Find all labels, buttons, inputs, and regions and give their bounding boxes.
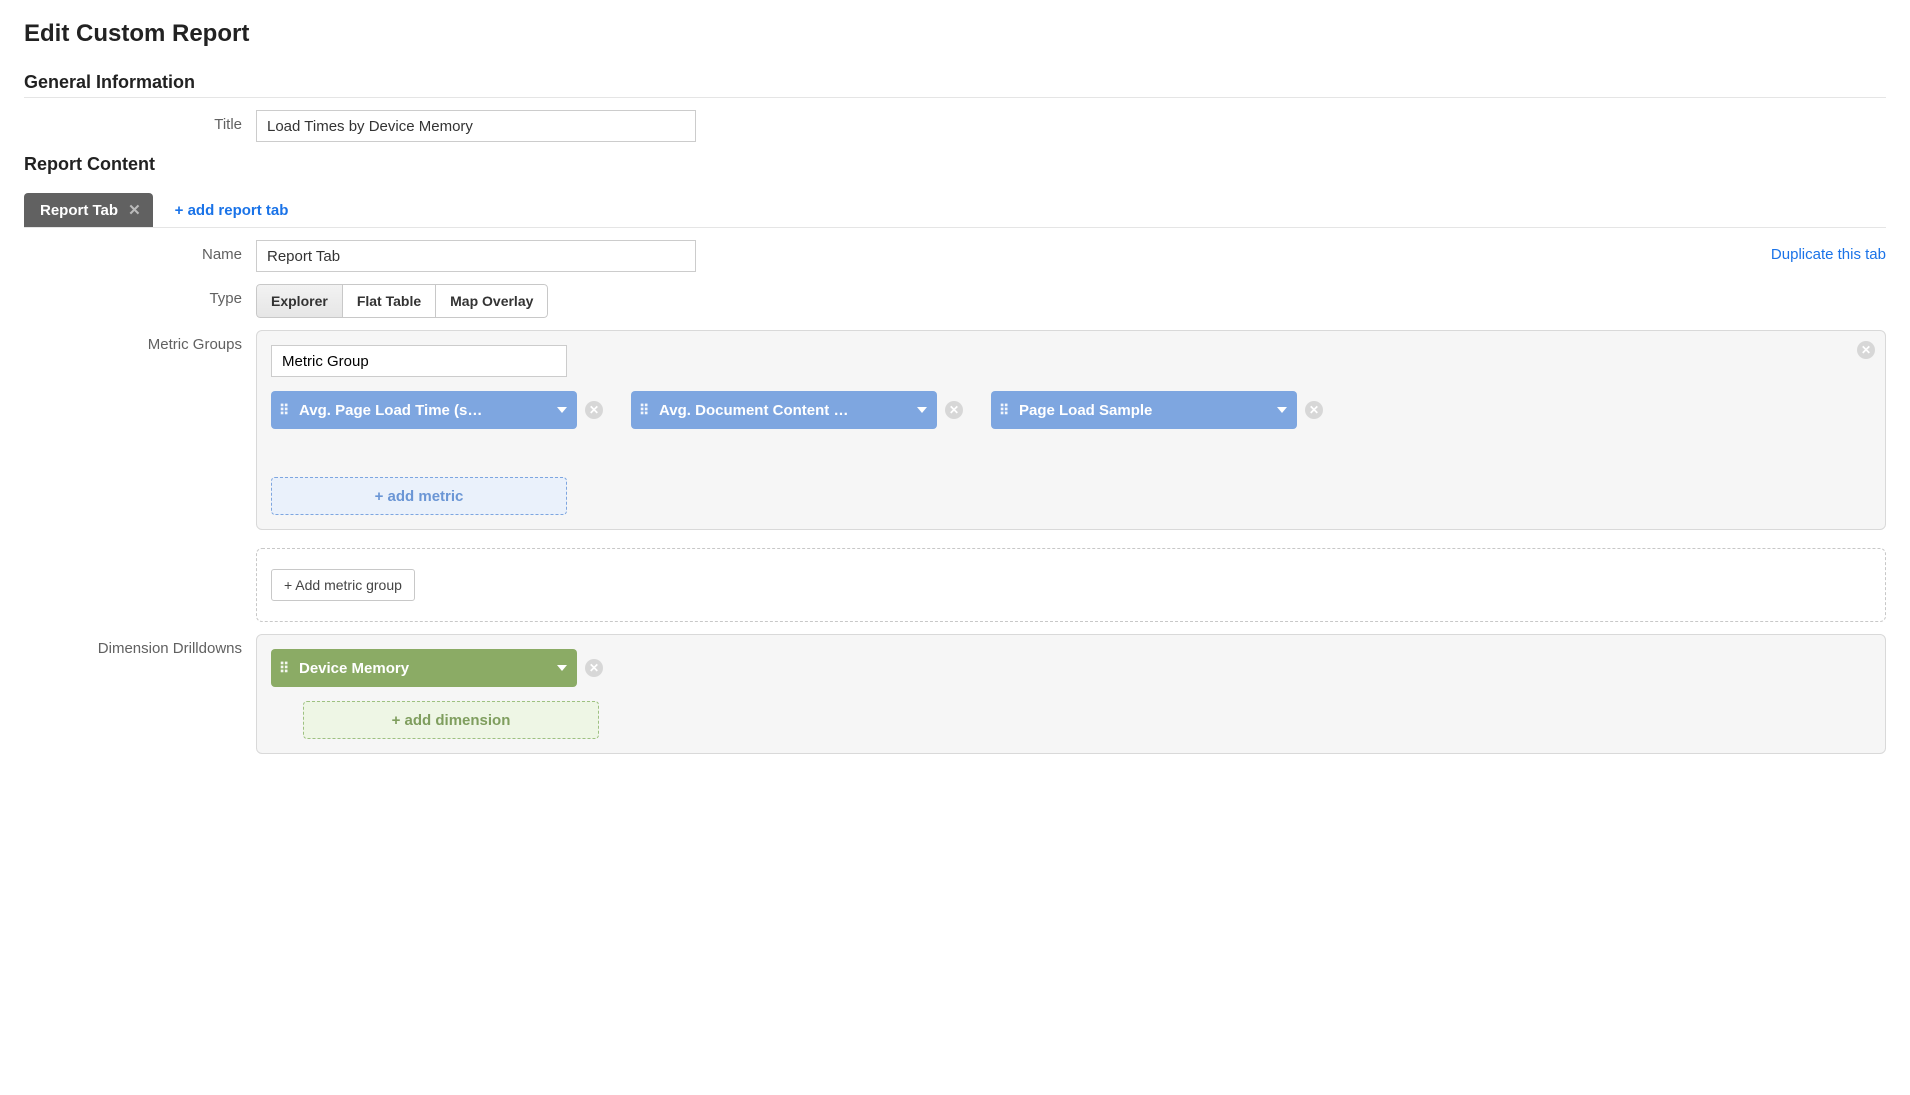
remove-dimension-icon[interactable]: ✕ <box>585 659 603 677</box>
close-icon[interactable]: ✕ <box>128 201 141 219</box>
section-general-information: General Information <box>24 72 1886 98</box>
add-metric-group-panel: + Add metric group <box>256 548 1886 622</box>
dimension-chip[interactable]: ⠿ Device Memory <box>271 649 577 687</box>
metric-chip-label: Avg. Document Content … <box>659 402 909 419</box>
drag-handle-icon[interactable]: ⠿ <box>279 665 291 671</box>
metric-chip[interactable]: ⠿ Avg. Document Content … <box>631 391 937 429</box>
chevron-down-icon[interactable] <box>1277 407 1287 413</box>
type-map-overlay-button[interactable]: Map Overlay <box>435 284 548 318</box>
remove-metric-icon[interactable]: ✕ <box>1305 401 1323 419</box>
label-title: Title <box>24 110 256 133</box>
dimension-chip-label: Device Memory <box>299 660 549 677</box>
add-metric-group-button[interactable]: + Add metric group <box>271 569 415 601</box>
label-name: Name <box>24 240 256 263</box>
page-title: Edit Custom Report <box>24 20 1886 48</box>
add-metric-button[interactable]: + add metric <box>271 477 567 515</box>
metric-chip[interactable]: ⠿ Avg. Page Load Time (s… <box>271 391 577 429</box>
title-input[interactable] <box>256 110 696 142</box>
drag-handle-icon[interactable]: ⠿ <box>639 407 651 413</box>
add-dimension-button[interactable]: + add dimension <box>303 701 599 739</box>
metric-group-name-input[interactable] <box>271 345 567 377</box>
remove-metric-icon[interactable]: ✕ <box>945 401 963 419</box>
duplicate-tab-link[interactable]: Duplicate this tab <box>1771 246 1886 263</box>
section-report-content: Report Content <box>24 154 1886 175</box>
label-metric-groups: Metric Groups <box>24 330 256 353</box>
tab-label: Report Tab <box>40 202 118 219</box>
tab-report-tab[interactable]: Report Tab ✕ <box>24 193 153 227</box>
remove-metric-icon[interactable]: ✕ <box>585 401 603 419</box>
metric-chip[interactable]: ⠿ Page Load Sample <box>991 391 1297 429</box>
metric-chip-label: Page Load Sample <box>1019 402 1269 419</box>
tab-name-input[interactable] <box>256 240 696 272</box>
type-explorer-button[interactable]: Explorer <box>256 284 343 318</box>
dimension-panel: ⠿ Device Memory ✕ + add dimension <box>256 634 1886 754</box>
drag-handle-icon[interactable]: ⠿ <box>999 407 1011 413</box>
drag-handle-icon[interactable]: ⠿ <box>279 407 291 413</box>
type-flat-table-button[interactable]: Flat Table <box>342 284 436 318</box>
add-report-tab-link[interactable]: + add report tab <box>175 194 289 227</box>
label-type: Type <box>24 284 256 307</box>
label-dimension-drilldowns: Dimension Drilldowns <box>24 634 256 657</box>
chevron-down-icon[interactable] <box>917 407 927 413</box>
report-tabs-bar: Report Tab ✕ + add report tab <box>24 193 1886 228</box>
metric-group-panel: ✕ ⠿ Avg. Page Load Time (s… ✕ ⠿ Avg. Doc… <box>256 330 1886 530</box>
metric-chip-label: Avg. Page Load Time (s… <box>299 402 549 419</box>
chevron-down-icon[interactable] <box>557 665 567 671</box>
chevron-down-icon[interactable] <box>557 407 567 413</box>
delete-metric-group-icon[interactable]: ✕ <box>1857 341 1875 359</box>
type-segmented: Explorer Flat Table Map Overlay <box>256 284 548 318</box>
